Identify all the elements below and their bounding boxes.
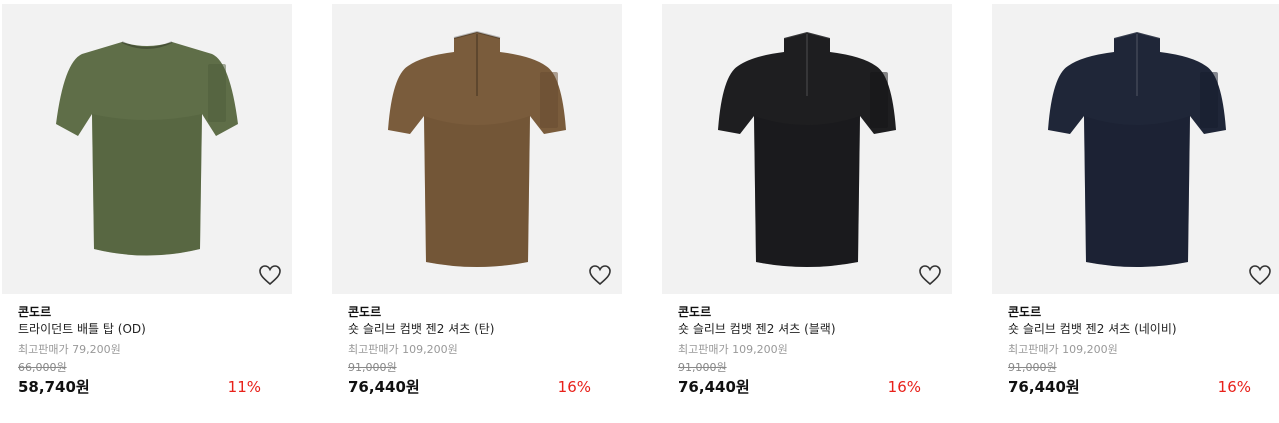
price-row: 58,740원 11% [18, 377, 276, 399]
product-name[interactable]: 숏 슬리브 컴뱃 젠2 셔츠 (블랙) [678, 321, 936, 339]
heart-icon[interactable] [1248, 264, 1272, 286]
product-image[interactable] [992, 4, 1279, 294]
product-card[interactable]: 콘도르 숏 슬리브 컴뱃 젠2 셔츠 (탄) 최고판매가 109,200원 91… [332, 4, 622, 399]
discount-rate: 11% [227, 378, 261, 396]
original-price: 91,000원 [1008, 361, 1057, 374]
brand-name[interactable]: 콘도르 [678, 304, 936, 320]
product-image[interactable] [332, 4, 622, 294]
reference-price: 최고판매가 109,200원 [1008, 343, 1118, 356]
discount-rate: 16% [1217, 378, 1251, 396]
sale-price: 76,440원 [1008, 378, 1080, 396]
reference-price: 최고판매가 109,200원 [678, 343, 788, 356]
product-info: 콘도르 숏 슬리브 컴뱃 젠2 셔츠 (네이비) 최고판매가 109,200원 … [992, 294, 1279, 399]
product-card[interactable]: 콘도르 숏 슬리브 컴뱃 젠2 셔츠 (네이비) 최고판매가 109,200원 … [992, 4, 1279, 399]
product-card[interactable]: 콘도르 숏 슬리브 컴뱃 젠2 셔츠 (블랙) 최고판매가 109,200원 9… [662, 4, 952, 399]
heart-icon[interactable] [918, 264, 942, 286]
original-price: 91,000원 [348, 361, 397, 374]
shirt-image [1048, 30, 1226, 267]
heart-icon[interactable] [258, 264, 282, 286]
product-image[interactable] [662, 4, 952, 294]
price-row: 76,440원 16% [1008, 377, 1266, 399]
brand-name[interactable]: 콘도르 [348, 304, 606, 320]
price-row: 76,440원 16% [348, 377, 606, 399]
product-name[interactable]: 숏 슬리브 컴뱃 젠2 셔츠 (탄) [348, 321, 606, 339]
product-image[interactable] [2, 4, 292, 294]
product-name[interactable]: 트라이던트 배틀 탑 (OD) [18, 321, 276, 339]
shirt-image [388, 30, 566, 267]
original-price: 66,000원 [18, 361, 67, 374]
product-name[interactable]: 숏 슬리브 컴뱃 젠2 셔츠 (네이비) [1008, 321, 1266, 339]
reference-price: 최고판매가 79,200원 [18, 343, 121, 356]
discount-rate: 16% [557, 378, 591, 396]
brand-name[interactable]: 콘도르 [1008, 304, 1266, 320]
sale-price: 58,740원 [18, 378, 90, 396]
reference-price: 최고판매가 109,200원 [348, 343, 458, 356]
sale-price: 76,440원 [348, 378, 420, 396]
original-price: 91,000원 [678, 361, 727, 374]
product-info: 콘도르 숏 슬리브 컴뱃 젠2 셔츠 (탄) 최고판매가 109,200원 91… [332, 294, 622, 399]
product-card[interactable]: 콘도르 트라이던트 배틀 탑 (OD) 최고판매가 79,200원 66,000… [2, 4, 292, 399]
discount-rate: 16% [887, 378, 921, 396]
brand-name[interactable]: 콘도르 [18, 304, 276, 320]
shirt-image [56, 41, 238, 256]
product-info: 콘도르 숏 슬리브 컴뱃 젠2 셔츠 (블랙) 최고판매가 109,200원 9… [662, 294, 952, 399]
sale-price: 76,440원 [678, 378, 750, 396]
shirt-image [718, 30, 896, 267]
price-row: 76,440원 16% [678, 377, 936, 399]
heart-icon[interactable] [588, 264, 612, 286]
product-info: 콘도르 트라이던트 배틀 탑 (OD) 최고판매가 79,200원 66,000… [2, 294, 292, 399]
